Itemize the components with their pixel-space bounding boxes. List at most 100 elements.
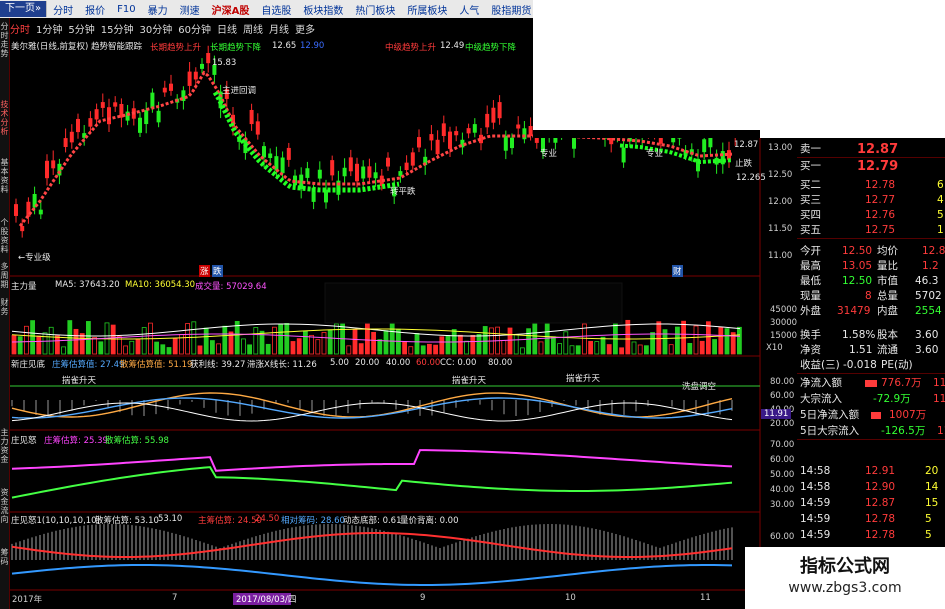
- tick-volume: 15: [925, 497, 939, 509]
- candle-body: [367, 166, 372, 178]
- left-tab-chips[interactable]: 筹码: [0, 548, 9, 598]
- signal-tag-2: 揣雀升天: [452, 376, 487, 386]
- left-tab-strip: 分时走势 技术分析 基本资料 个股资料 多周期 财务 主力资金 资金流向 筹码: [0, 18, 10, 609]
- candle-body: [410, 152, 415, 166]
- quote-buy3-row: 买三 12.77 4: [797, 193, 945, 208]
- volume-bar: [166, 347, 172, 355]
- date-axis-selected[interactable]: 2017/08/03/四: [236, 593, 296, 605]
- candle-body: [94, 109, 99, 120]
- indicator-value-8: 60.00: [416, 358, 441, 368]
- stat-row: 现量 8 总量 5702: [797, 289, 945, 304]
- quote-buy2-row: 买二 12.78 6: [797, 178, 945, 193]
- indicator-value-4: 滞涨X线长: 11.26: [247, 360, 317, 370]
- bottom-value-6: 动态底部: 0.61: [343, 516, 402, 526]
- candle-body: [280, 157, 285, 174]
- volume-bar: [222, 325, 228, 355]
- signal-tag-3: 揣雀升天: [566, 374, 601, 384]
- volume-ma10: MA10: 36054.30: [125, 280, 196, 290]
- volume-axis-3: 15000: [770, 331, 798, 341]
- left-tab-fund-flow[interactable]: 资金流向: [0, 488, 9, 538]
- tick-row: 14:58 12.91 20: [797, 464, 945, 479]
- main-pullback-label: 主进回调: [222, 86, 257, 96]
- indicator-value-5: 5.00: [330, 358, 349, 368]
- candle-body: [503, 135, 508, 151]
- indicator-label: 新庄见底: [11, 360, 46, 370]
- menu-item-sector-index[interactable]: 板块指数: [297, 2, 349, 17]
- menu-item-quote[interactable]: 报价: [79, 2, 111, 17]
- event-fall-tag[interactable]: 跌: [212, 265, 223, 277]
- bottom-value-5: 相对筹码: 28.60: [281, 516, 345, 526]
- tick-time: 14:59: [800, 529, 831, 541]
- price-axis-3: 12.00: [768, 197, 793, 207]
- menu-item-timeshare[interactable]: 分时: [47, 2, 79, 17]
- volume-bar: [662, 329, 668, 355]
- candle-body: [330, 160, 335, 176]
- volume-bar: [426, 343, 432, 355]
- menu-item-a-shares[interactable]: 沪深A股: [206, 2, 256, 17]
- menu-item-f10[interactable]: F10: [111, 4, 141, 15]
- bottom-value-7: 量价背离: 0.00: [400, 516, 459, 526]
- period-tab-weekly[interactable]: 周线: [243, 21, 263, 36]
- left-tab-basic[interactable]: 基本资料: [0, 158, 9, 208]
- left-tab-main-funds[interactable]: 主力资金: [0, 428, 9, 478]
- period-tab-daily[interactable]: 日线: [217, 21, 237, 36]
- volume-bar: [135, 338, 141, 355]
- candle-body: [398, 171, 403, 176]
- candle-body: [348, 157, 353, 172]
- candle-body: [169, 83, 173, 91]
- left-tab-profile[interactable]: 个股资料: [0, 218, 9, 258]
- candle-body: [417, 137, 421, 148]
- candle-body: [516, 124, 521, 129]
- quote-row-volume: 5: [937, 209, 944, 221]
- menu-item-violence[interactable]: 暴力: [142, 2, 174, 17]
- left-tab-finance[interactable]: 财务: [0, 298, 9, 338]
- chip-axis-1: 70.00: [770, 440, 795, 450]
- event-finance-tag[interactable]: 财: [672, 265, 683, 277]
- main-chart-title: 美尔雅(日线,前复权) 趋势智能跟踪: [11, 42, 143, 52]
- bottom-label: 庄见怒1(10,10,10,10): [11, 516, 100, 526]
- volume-bar: [55, 335, 60, 355]
- menu-item-speed[interactable]: 测速: [174, 2, 206, 17]
- candle-body: [435, 139, 440, 155]
- tick-row: 14:59 12.78 5: [797, 512, 945, 527]
- volume-bar: [302, 330, 308, 355]
- period-tab-more[interactable]: 更多: [295, 21, 315, 36]
- chip-axis-4: 40.00: [770, 485, 795, 495]
- stat-label: 内盘: [877, 305, 898, 317]
- period-tab-15min[interactable]: 15分钟: [101, 21, 134, 36]
- stat-value: 2554: [915, 305, 942, 317]
- period-tab-5min[interactable]: 5分钟: [68, 21, 94, 36]
- volume-bar: [706, 321, 711, 355]
- candle-body: [156, 110, 161, 123]
- period-tab-30min[interactable]: 30分钟: [139, 21, 172, 36]
- tick-time: 14:58: [800, 465, 831, 477]
- quote-row-label: 买五: [800, 224, 821, 236]
- period-tab-1min[interactable]: 1分钟: [36, 21, 62, 36]
- candle-body: [286, 147, 291, 160]
- menu-item-watchlist[interactable]: 自选股: [255, 2, 297, 17]
- volume-bar: [36, 335, 42, 355]
- bottom-value-2: 53.10: [158, 514, 183, 524]
- indicator-value-6: 20.00: [355, 358, 380, 368]
- left-tab-technical[interactable]: 技术分析: [0, 100, 9, 150]
- left-tab-multi-period[interactable]: 多周期: [0, 262, 9, 292]
- menu-item-own-sector[interactable]: 所属板块: [401, 2, 453, 17]
- period-tab-60min[interactable]: 60分钟: [178, 21, 211, 36]
- menu-item-popularity[interactable]: 人气: [453, 2, 485, 17]
- event-rise-tag[interactable]: 涨: [199, 265, 210, 277]
- period-tab-monthly[interactable]: 月线: [269, 21, 289, 36]
- menu-item-hot-sectors[interactable]: 热门板块: [349, 2, 401, 17]
- volume-bar: [712, 339, 717, 355]
- candle-body: [522, 128, 527, 140]
- stat-label: 换手: [800, 329, 821, 341]
- tick-volume: 5: [925, 529, 932, 541]
- candle-body: [63, 138, 68, 147]
- candle-body: [466, 128, 471, 134]
- candle-body: [193, 71, 198, 80]
- stat-label: 今开: [800, 245, 821, 257]
- menu-item-futures[interactable]: 股指期货: [485, 2, 533, 17]
- page-down-button[interactable]: 下一页»: [0, 1, 48, 17]
- candle-body: [88, 118, 93, 127]
- left-tab-timeshare[interactable]: 分时走势: [0, 22, 9, 72]
- period-tab-timeshare[interactable]: 分时: [10, 21, 30, 36]
